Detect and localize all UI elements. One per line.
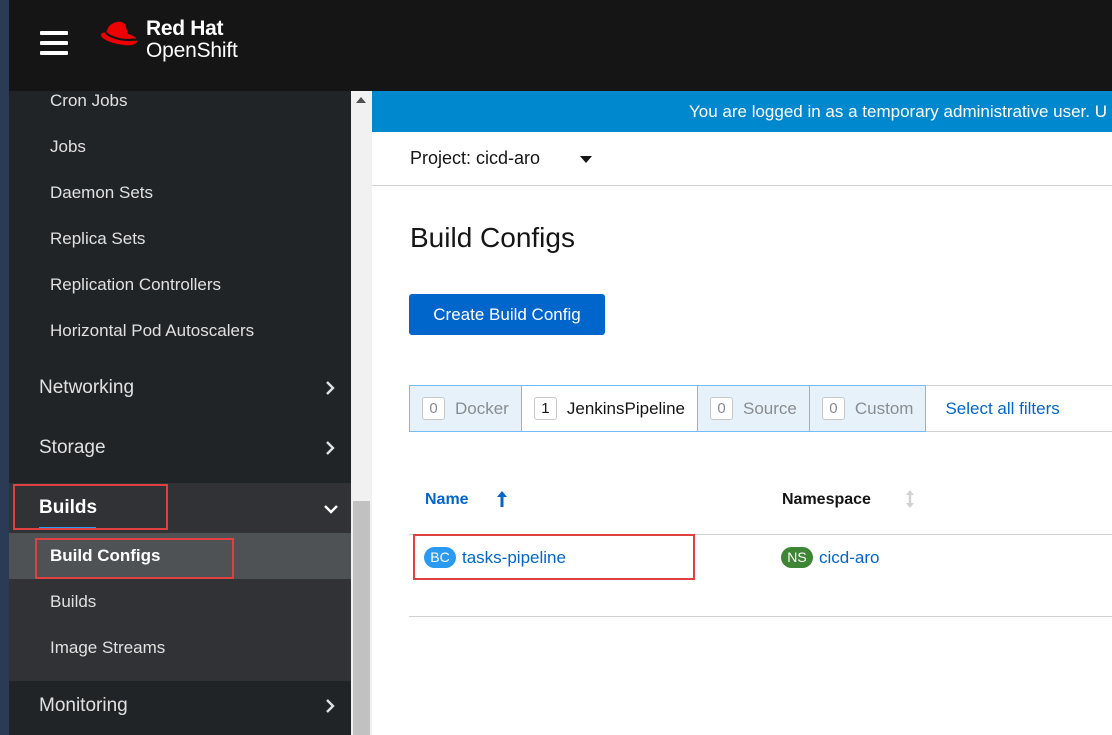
masthead: Red Hat OpenShift <box>9 0 1112 91</box>
sort-ascending-icon[interactable] <box>495 489 509 509</box>
filter-count: 0 <box>821 397 845 420</box>
annotation-highlight-box <box>35 538 234 579</box>
filter-docker[interactable]: 0 Docker <box>409 385 522 432</box>
sidebar-group-label: Networking <box>39 377 135 398</box>
sidebar-group-storage[interactable]: Storage <box>9 418 351 478</box>
table-row-namespace-cell: NS cicd-aro <box>781 547 879 568</box>
hamburger-menu-icon[interactable] <box>40 31 68 55</box>
project-bar: Project: cicd-aro <box>372 132 1112 186</box>
select-all-filters-link[interactable]: Select all filters <box>926 385 1112 432</box>
namespace-badge: NS <box>781 547 813 568</box>
window-left-edge <box>0 0 9 735</box>
sidebar-group-monitoring[interactable]: Monitoring <box>9 676 351 735</box>
product-name: OpenShift <box>146 39 238 62</box>
sidebar-item-daemon-sets[interactable]: Daemon Sets <box>50 183 153 203</box>
sort-both-icon[interactable] <box>903 489 917 509</box>
filter-source[interactable]: 0 Source <box>698 385 810 432</box>
sidebar-item-jobs[interactable]: Jobs <box>50 137 86 157</box>
column-header-namespace[interactable]: Namespace <box>782 491 871 509</box>
sidebar-item-cron-jobs[interactable]: Cron Jobs <box>50 91 127 111</box>
scrollbar-thumb[interactable] <box>353 501 370 735</box>
sidebar-item-image-streams[interactable]: Image Streams <box>50 638 165 658</box>
sidebar-group-networking[interactable]: Networking <box>9 358 351 418</box>
table-row-divider <box>409 616 1112 617</box>
brand-name: Red Hat <box>146 17 224 40</box>
redhat-openshift-logo[interactable]: Red Hat OpenShift <box>98 18 238 62</box>
filter-label: Docker <box>455 398 509 418</box>
sidebar-scrollbar[interactable] <box>351 91 372 735</box>
filter-count: 0 <box>710 397 733 420</box>
chevron-right-icon <box>323 699 337 713</box>
filter-label: Custom <box>854 398 914 418</box>
create-build-config-button[interactable]: Create Build Config <box>409 294 605 335</box>
namespace-link[interactable]: cicd-aro <box>819 548 879 568</box>
main-content: You are logged in as a temporary adminis… <box>372 91 1112 735</box>
type-filter-bar: 0 Docker 1 JenkinsPipeline 0 Source 0 Cu… <box>409 385 1112 432</box>
sidebar-item-horizontal-pod-autoscalers[interactable]: Horizontal Pod Autoscalers <box>50 321 254 341</box>
sidebar-item-builds[interactable]: Builds <box>50 592 96 612</box>
chevron-down-icon <box>323 501 339 517</box>
sidebar-item-replica-sets[interactable]: Replica Sets <box>50 229 145 249</box>
caret-down-icon[interactable] <box>580 156 592 163</box>
scroll-up-arrow-icon[interactable] <box>356 97 366 103</box>
filter-count: 1 <box>533 397 557 420</box>
filter-jenkinspipeline[interactable]: 1 JenkinsPipeline <box>521 385 698 432</box>
chevron-right-icon <box>323 441 337 455</box>
annotation-highlight-box <box>13 484 168 530</box>
sidebar-item-build-configs[interactable]: Build Configs <box>9 533 351 579</box>
filter-count: 0 <box>422 397 445 420</box>
annotation-highlight-box <box>413 534 695 580</box>
filter-custom[interactable]: 0 Custom <box>809 385 927 432</box>
sidebar-item-replication-controllers[interactable]: Replication Controllers <box>50 275 221 295</box>
column-header-name[interactable]: Name <box>425 491 469 509</box>
filter-label: JenkinsPipeline <box>566 398 685 418</box>
redhat-hat-icon <box>100 21 138 46</box>
sidebar-group-label: Monitoring <box>39 695 128 716</box>
admin-notice-banner: You are logged in as a temporary adminis… <box>372 91 1112 132</box>
sidebar-group-builds: Builds Build Configs Builds Image Stream… <box>9 483 351 681</box>
page-title: Build Configs <box>410 222 575 253</box>
sidebar-group-builds-header[interactable]: Builds <box>9 483 351 533</box>
sidebar-group-label: Storage <box>39 437 106 458</box>
chevron-right-icon <box>323 381 337 395</box>
project-selector[interactable]: Project: cicd-aro <box>410 148 540 169</box>
filter-label: Source <box>743 398 797 418</box>
sidebar-nav: Cron Jobs Jobs Daemon Sets Replica Sets … <box>9 91 351 735</box>
